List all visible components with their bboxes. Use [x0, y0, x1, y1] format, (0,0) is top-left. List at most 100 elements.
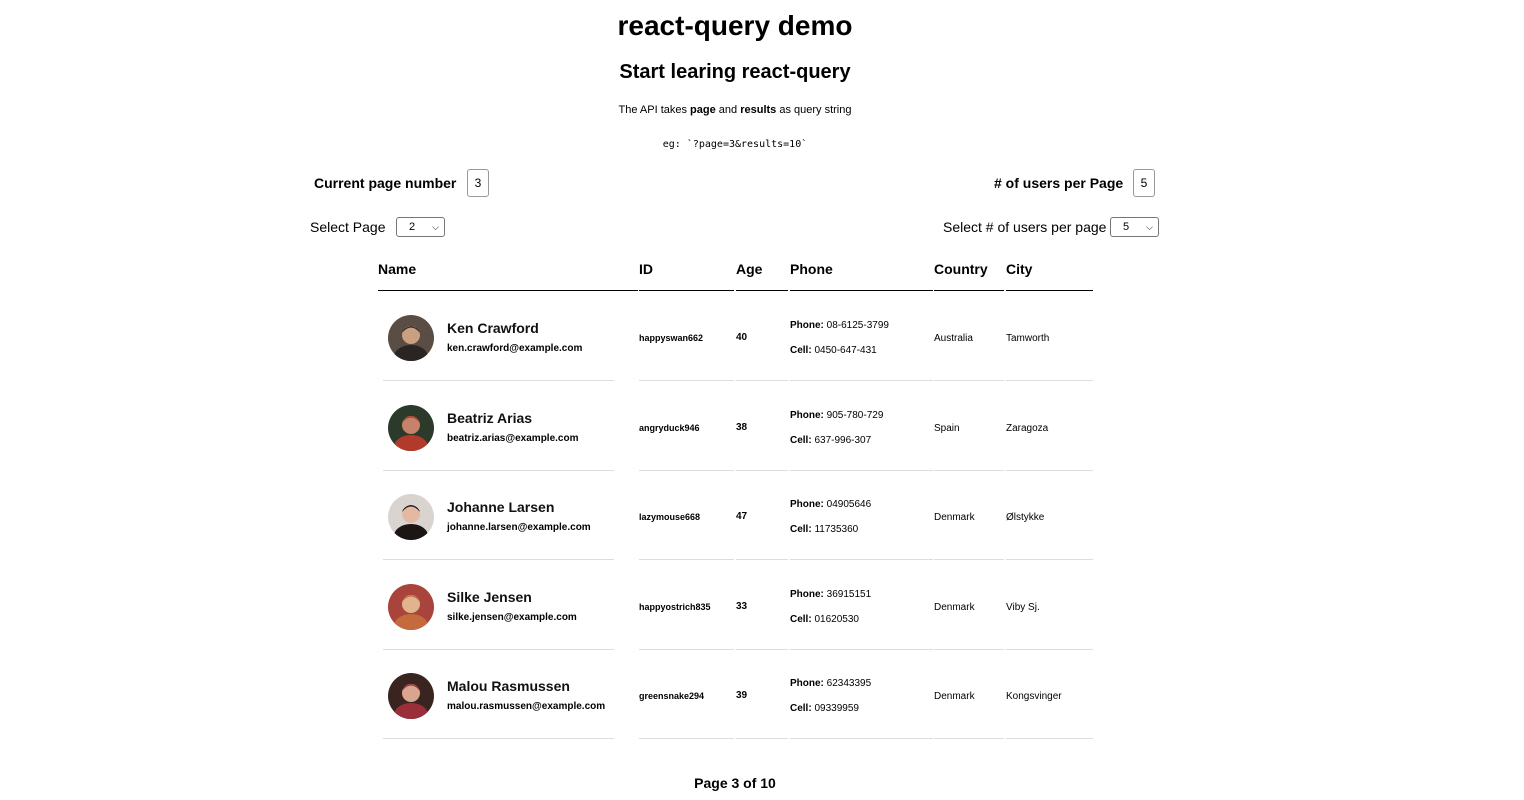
user-age: 33: [736, 600, 748, 612]
user-email: ken.crawford@example.com: [447, 343, 583, 354]
user-phone: Phone: 62343395: [790, 678, 871, 689]
select-page-value: 2: [409, 221, 416, 233]
cell-value: 11735360: [814, 524, 859, 535]
user-name: Johanne Larsen: [447, 499, 555, 515]
user-city: Viby Sj.: [1006, 601, 1040, 613]
select-page-dropdown[interactable]: 2 ⌵: [396, 217, 445, 237]
cell-prefix: Cell:: [790, 524, 812, 535]
cell-value: 637-996-307: [814, 434, 872, 446]
row-divider: [736, 738, 788, 739]
column-header-city: City: [1006, 255, 1093, 291]
user-city: Tamworth: [1006, 333, 1050, 344]
pagination-status: Page 3 of 10: [694, 775, 776, 791]
user-city: Zaragoza: [1006, 422, 1049, 434]
phone-prefix: Phone:: [790, 320, 824, 331]
user-phone: Phone: 36915151: [790, 589, 871, 600]
users-per-page-value: 5: [1133, 169, 1155, 197]
current-page-value: 3: [467, 169, 489, 197]
current-page-label: Current page number: [314, 175, 457, 191]
user-country: Denmark: [934, 512, 975, 523]
chevron-down-icon: ⌵: [432, 222, 439, 232]
user-phone: Phone: 04905646: [790, 499, 871, 510]
user-id: happyswan662: [639, 333, 704, 343]
table-row: Silke Jensen silke.jensen@example.com ha…: [378, 560, 1094, 650]
cell-value: 01620530: [814, 613, 859, 625]
avatar: [388, 315, 434, 361]
user-email: malou.rasmussen@example.com: [447, 701, 606, 712]
phone-value: 36915151: [826, 588, 872, 600]
user-age: 38: [736, 421, 748, 433]
user-cell: Cell: 01620530: [790, 614, 859, 625]
cell-prefix: Cell:: [790, 434, 812, 446]
phone-value: 08-6125-3799: [826, 320, 889, 331]
phone-prefix: Phone:: [790, 499, 824, 510]
select-users-label: Select # of users per page: [943, 219, 1107, 235]
app-subtitle: Start learing react-query: [619, 61, 851, 83]
row-divider: [790, 738, 933, 739]
user-name: Ken Crawford: [447, 320, 539, 336]
users-per-page-label: # of users per Page: [994, 175, 1124, 191]
api-note-middle: and: [715, 104, 741, 116]
cell-prefix: Cell:: [790, 613, 812, 625]
user-email: johanne.larsen@example.com: [447, 522, 591, 533]
select-users-dropdown[interactable]: 5 ⌵: [1110, 217, 1159, 237]
cell-value: 0450-647-431: [814, 345, 877, 356]
user-cell: Cell: 09339959: [790, 703, 859, 714]
row-divider: [639, 738, 734, 739]
user-email: beatriz.arias@example.com: [447, 432, 579, 444]
row-divider: [934, 738, 1004, 739]
user-age: 40: [736, 332, 748, 343]
avatar: [388, 494, 434, 540]
table-row: Beatriz Arias beatriz.arias@example.com …: [378, 381, 1094, 471]
user-country: Denmark: [934, 601, 975, 613]
user-age: 39: [736, 690, 748, 701]
user-cell: Cell: 637-996-307: [790, 435, 871, 446]
table-row: Johanne Larsen johanne.larsen@example.co…: [378, 470, 1094, 560]
user-city: Ølstykke: [1006, 512, 1045, 523]
chevron-down-icon: ⌵: [1146, 222, 1153, 232]
user-id: angryduck946: [639, 422, 700, 433]
user-id: greensnake294: [639, 691, 705, 701]
phone-prefix: Phone:: [790, 678, 824, 689]
api-note-param-page: page: [690, 104, 716, 116]
phone-prefix: Phone:: [790, 588, 824, 600]
user-country: Denmark: [934, 691, 975, 702]
user-city: Kongsvinger: [1006, 691, 1062, 702]
phone-prefix: Phone:: [790, 409, 824, 421]
row-divider: [383, 738, 614, 739]
app-title: react-query demo: [617, 10, 853, 41]
table-row: Ken Crawford ken.crawford@example.com ha…: [378, 291, 1094, 381]
api-note-param-results: results: [740, 104, 777, 116]
user-country: Spain: [934, 422, 960, 434]
user-name: Malou Rasmussen: [447, 678, 570, 694]
column-header-id: ID: [639, 255, 734, 291]
api-example: eg: `?page=3&results=10`: [662, 139, 808, 150]
phone-value: 905-780-729: [826, 409, 884, 421]
cell-prefix: Cell:: [790, 345, 812, 356]
row-divider: [1006, 738, 1093, 739]
api-note-suffix: as query string: [776, 104, 852, 116]
table-row: Malou Rasmussen malou.rasmussen@example.…: [378, 649, 1094, 739]
api-note: The API takes page and results as query …: [0, 104, 1470, 116]
user-cell: Cell: 0450-647-431: [790, 345, 877, 356]
select-page-label: Select Page: [310, 219, 386, 235]
cell-prefix: Cell:: [790, 703, 812, 714]
user-id: lazymouse668: [639, 512, 701, 522]
avatar: [388, 673, 434, 719]
column-header-country: Country: [934, 255, 1004, 291]
user-age: 47: [736, 511, 748, 522]
select-users-value: 5: [1123, 221, 1130, 233]
column-header-phone: Phone: [790, 255, 933, 291]
user-id: happyostrich835: [639, 601, 711, 612]
user-phone: Phone: 905-780-729: [790, 410, 883, 421]
user-cell: Cell: 11735360: [790, 524, 858, 535]
cell-value: 09339959: [814, 703, 859, 714]
avatar: [388, 404, 434, 451]
phone-value: 04905646: [826, 499, 872, 510]
user-name: Beatriz Arias: [447, 409, 533, 426]
user-phone: Phone: 08-6125-3799: [790, 320, 889, 331]
api-note-prefix: The API takes: [618, 104, 691, 116]
column-header-name: Name: [378, 255, 638, 291]
avatar: [388, 583, 434, 630]
user-country: Australia: [934, 333, 973, 344]
